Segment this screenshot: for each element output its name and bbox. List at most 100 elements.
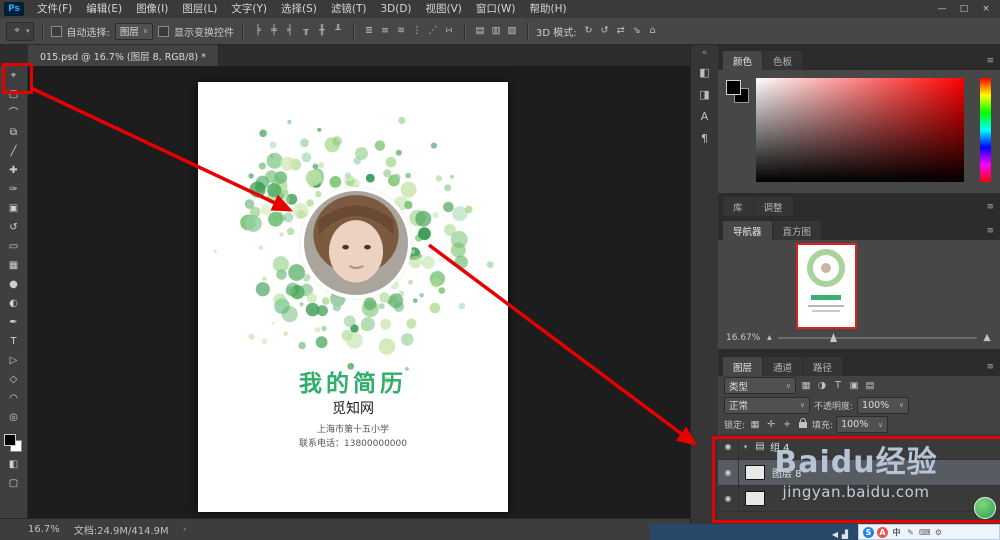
rect-marquee-tool[interactable]: ▢: [0, 85, 27, 104]
gradient-tool[interactable]: ▦: [0, 256, 27, 275]
zoom-out-mountain-icon[interactable]: ▴: [765, 331, 773, 345]
menu-item-7[interactable]: 3D(D): [373, 1, 418, 18]
status-arrow-icon[interactable]: ›: [183, 524, 187, 535]
close-button[interactable]: ×: [980, 4, 992, 14]
input-settings-icon[interactable]: ⚙: [933, 527, 944, 538]
navigator-tabs-1[interactable]: 直方图: [772, 221, 822, 240]
auto-select-dropdown[interactable]: 图层 ∨: [114, 22, 154, 40]
distribute-left-icon[interactable]: ⋮: [410, 24, 424, 38]
layer-thumbnail[interactable]: [745, 465, 765, 480]
lock-paint-icon[interactable]: ✛: [764, 418, 778, 432]
minimize-button[interactable]: —: [936, 4, 948, 14]
path-select-tool[interactable]: ▷: [0, 351, 27, 370]
dodge-tool[interactable]: ◐: [0, 294, 27, 313]
zoom-tool[interactable]: ◎: [0, 408, 27, 427]
panel-menu-icon[interactable]: ≡: [986, 362, 994, 372]
menu-item-0[interactable]: 文件(F): [30, 1, 79, 18]
brush-tool[interactable]: ✑: [0, 180, 27, 199]
workspace-icon[interactable]: ▧: [505, 24, 519, 38]
type-tool[interactable]: T: [0, 332, 27, 351]
input-mode-icon[interactable]: A: [877, 526, 888, 538]
character-panel-icon[interactable]: A: [698, 110, 712, 124]
layers-tabs-1[interactable]: 通道: [763, 357, 803, 376]
move-tool[interactable]: ⌖: [0, 66, 27, 85]
opacity-dropdown[interactable]: 100% ∨: [857, 396, 910, 414]
floating-ball-icon[interactable]: [974, 497, 996, 519]
navigator-tabs-0[interactable]: 导航器: [723, 221, 772, 240]
library-tabs-0[interactable]: 库: [723, 197, 753, 216]
canvas-area[interactable]: 我的简历 觅知网 上海市第十五小学 联系电话：13800000000: [28, 66, 690, 518]
foreground-background-swatches[interactable]: [0, 431, 27, 455]
properties-panel-icon[interactable]: ◧: [698, 66, 712, 80]
blur-tool[interactable]: ●: [0, 275, 27, 294]
history-brush-tool[interactable]: ↺: [0, 218, 27, 237]
shape-tool[interactable]: ◇: [0, 370, 27, 389]
panel-menu-icon[interactable]: ≡: [986, 226, 994, 236]
distribute-middle-icon[interactable]: ≡: [378, 24, 392, 38]
caret-down-icon[interactable]: ▾: [739, 443, 752, 451]
distribute-top-icon[interactable]: ≣: [362, 24, 376, 38]
navigator-thumbnail[interactable]: [796, 243, 857, 329]
filter-shape-layers-icon[interactable]: ▣: [847, 379, 861, 393]
align-left-icon[interactable]: ╞: [251, 24, 265, 38]
fill-dropdown[interactable]: 100% ∨: [836, 416, 889, 433]
windows-taskbar[interactable]: ◀ ▟: [650, 524, 858, 540]
warp-mode-icon[interactable]: ▥: [489, 24, 503, 38]
saturation-field[interactable]: [756, 78, 964, 182]
color-tabs-0[interactable]: 颜色: [723, 51, 763, 70]
quick-mask-icon[interactable]: ◧: [0, 455, 27, 474]
layers-tabs-0[interactable]: 图层: [723, 357, 763, 376]
3d-rotate-icon[interactable]: ↻: [582, 24, 596, 38]
handwriting-icon[interactable]: ✎: [905, 527, 916, 538]
slider-handle[interactable]: [829, 333, 837, 342]
pen-tool[interactable]: ✒: [0, 313, 27, 332]
3d-drag-icon[interactable]: ⇄: [614, 24, 628, 38]
spot-healing-tool[interactable]: ✚: [0, 161, 27, 180]
navigator-zoom-value[interactable]: 16.67%: [726, 333, 760, 343]
paragraph-panel-icon[interactable]: ¶: [698, 132, 712, 146]
auto-align-icon[interactable]: ▤: [473, 24, 487, 38]
eye-icon[interactable]: ◉: [718, 434, 739, 459]
layer-row[interactable]: ◉ 图层 8: [718, 460, 1000, 486]
menu-item-2[interactable]: 图像(I): [129, 1, 175, 18]
panel-menu-icon[interactable]: ≡: [986, 56, 994, 66]
3d-slide-icon[interactable]: ⇘: [630, 24, 644, 38]
sogou-icon[interactable]: S: [863, 526, 874, 538]
layer-row[interactable]: ◉ ▾ ▤ 组 4: [718, 434, 1000, 460]
distribute-right-icon[interactable]: ∺: [442, 24, 456, 38]
navigator-zoom-slider[interactable]: [778, 333, 977, 342]
menu-item-9[interactable]: 窗口(W): [469, 1, 523, 18]
menu-item-5[interactable]: 选择(S): [274, 1, 324, 18]
3d-roll-icon[interactable]: ↺: [598, 24, 612, 38]
layer-thumbnail[interactable]: [745, 491, 765, 506]
distribute-bottom-icon[interactable]: ≋: [394, 24, 408, 38]
library-tabs-1[interactable]: 调整: [753, 197, 793, 216]
distribute-center-icon[interactable]: ⋰: [426, 24, 440, 38]
menu-item-1[interactable]: 编辑(E): [79, 1, 129, 18]
hue-slider[interactable]: [980, 78, 991, 182]
filter-smart-objects-icon[interactable]: ▤: [863, 379, 877, 393]
tool-preset-dropdown[interactable]: ⌖ ▾: [6, 21, 34, 41]
lock-move-icon[interactable]: +: [780, 418, 794, 432]
eye-icon[interactable]: ◉: [718, 460, 739, 485]
clone-stamp-tool[interactable]: ▣: [0, 199, 27, 218]
blend-mode-dropdown[interactable]: 正常 ∨: [724, 396, 810, 414]
eraser-tool[interactable]: ▭: [0, 237, 27, 256]
align-center-h-icon[interactable]: ╪: [267, 24, 281, 38]
network-icon[interactable]: ▟: [840, 528, 850, 540]
layers-tabs-2[interactable]: 路径: [803, 357, 843, 376]
menu-item-3[interactable]: 图层(L): [175, 1, 224, 18]
filter-adjustment-layers-icon[interactable]: ◑: [815, 379, 829, 393]
align-top-icon[interactable]: ╥: [299, 24, 313, 38]
zoom-in-mountain-icon[interactable]: ▲: [982, 331, 992, 345]
panel-color-swatches[interactable]: [726, 80, 752, 106]
filter-pixel-layers-icon[interactable]: ▦: [799, 379, 813, 393]
foreground-swatch[interactable]: [726, 80, 741, 95]
layer-row[interactable]: ◉: [718, 486, 1000, 512]
show-transform-checkbox[interactable]: [158, 25, 170, 37]
screen-mode-icon[interactable]: ▢: [0, 474, 27, 493]
eye-icon[interactable]: ◉: [718, 486, 739, 511]
eyedropper-tool[interactable]: ╱: [0, 142, 27, 161]
lasso-tool[interactable]: ⌒: [0, 104, 27, 123]
crop-tool[interactable]: ⧉: [0, 123, 27, 142]
